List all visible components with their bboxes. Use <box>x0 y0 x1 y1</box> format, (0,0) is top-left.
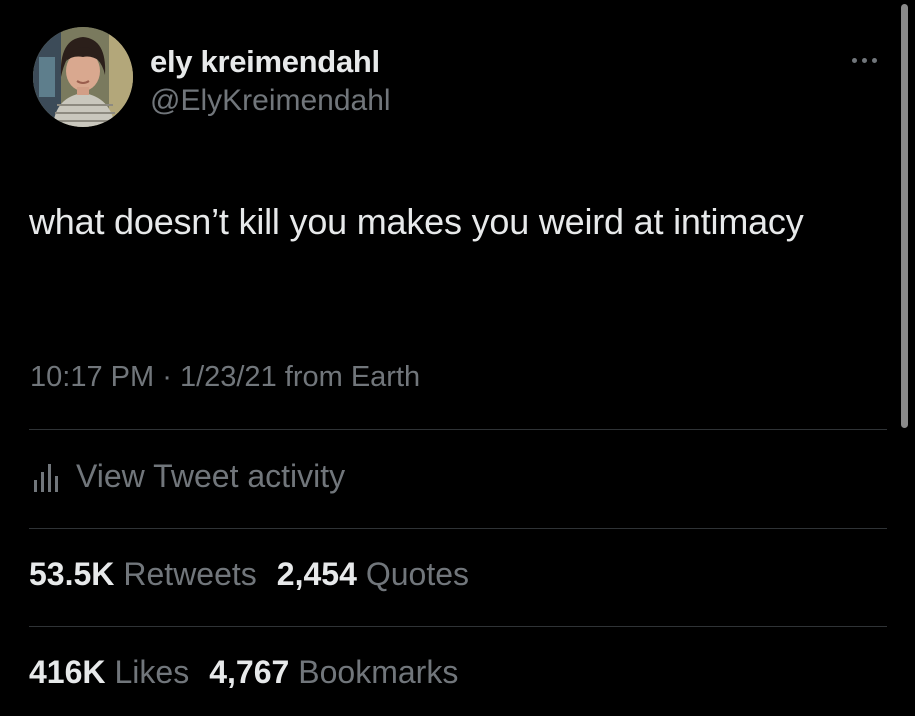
avatar[interactable] <box>33 27 133 127</box>
retweets-label: Retweets <box>123 556 257 592</box>
tweet-metadata: 10:17 PM · 1/23/21 from Earth <box>30 361 420 394</box>
divider <box>29 626 887 627</box>
tweet-source: from Earth <box>284 361 421 393</box>
more-dot-icon <box>861 57 867 63</box>
likes-label: Likes <box>114 654 190 690</box>
retweets-stat[interactable]: 53.5K Retweets <box>29 556 257 593</box>
tweet-text: what doesn’t kill you makes you weird at… <box>29 201 804 242</box>
quotes-stat[interactable]: 2,454 Quotes <box>277 556 469 593</box>
engagement-stats-row: 53.5K Retweets 2,454 Quotes <box>29 556 469 593</box>
engagement-stats-row: 416K Likes 4,767 Bookmarks <box>29 654 458 691</box>
bookmarks-count: 4,767 <box>209 654 290 690</box>
quotes-label: Quotes <box>365 556 470 592</box>
bookmarks-label: Bookmarks <box>298 654 459 690</box>
divider <box>29 528 887 529</box>
more-dot-icon <box>851 57 857 63</box>
bookmarks-stat[interactable]: 4,767 Bookmarks <box>209 654 458 691</box>
profile-photo-icon <box>33 27 133 127</box>
divider <box>29 429 887 430</box>
scrollbar-thumb[interactable] <box>901 4 908 428</box>
user-handle[interactable]: @ElyKreimendahl <box>150 84 391 118</box>
view-tweet-activity-link[interactable]: View Tweet activity <box>30 456 345 496</box>
display-name[interactable]: ely kreimendahl <box>150 44 380 80</box>
retweets-count: 53.5K <box>29 556 115 592</box>
likes-stat[interactable]: 416K Likes <box>29 654 189 691</box>
meta-separator: · <box>162 361 172 393</box>
quotes-count: 2,454 <box>276 556 357 592</box>
likes-count: 416K <box>29 654 106 690</box>
bar-chart-icon <box>34 464 58 492</box>
tweet-time[interactable]: 10:17 PM <box>30 361 154 393</box>
more-options-button[interactable] <box>842 46 886 74</box>
tweet-detail: ely kreimendahl @ElyKreimendahl what doe… <box>0 0 915 716</box>
more-dot-icon <box>871 57 877 63</box>
view-tweet-activity-label: View Tweet activity <box>76 457 346 494</box>
tweet-date[interactable]: 1/23/21 <box>180 361 277 393</box>
